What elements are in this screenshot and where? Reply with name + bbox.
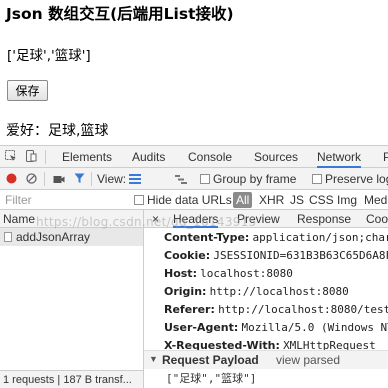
request-name: addJsonArray <box>16 230 91 244</box>
header-row: Content-Type: application/json;char <box>164 231 388 244</box>
tab-elements[interactable]: Elements <box>62 150 112 164</box>
expand-triangle-icon[interactable]: ▼ <box>149 354 158 364</box>
request-list: Name addJsonArray 1 requests | 187 B tra… <box>0 210 144 388</box>
tab-response[interactable]: Response <box>297 212 351 226</box>
device-mode-icon[interactable] <box>25 150 37 162</box>
hide-data-urls-option[interactable]: Hide data URLs <box>134 193 232 207</box>
filter-bar: Filter Hide data URLs All XHR JS CSS Img… <box>0 190 388 210</box>
hobby-text: 爱好：足球,篮球 <box>6 123 109 139</box>
large-rows-icon[interactable] <box>129 174 141 184</box>
tab-console[interactable]: Console <box>188 150 232 164</box>
document-icon <box>4 232 12 242</box>
header-row: Cookie: JSESSIONID=631B3B63C65D6A8F <box>164 249 388 262</box>
preserve-log-checkbox[interactable] <box>312 174 322 184</box>
toolbar-separator <box>91 172 92 186</box>
tab-audits[interactable]: Audits <box>132 150 165 164</box>
header-row: Origin: http://localhost:8080 <box>164 285 349 298</box>
devtools-panel: Elements Audits Console Sources Network … <box>0 145 388 388</box>
watermark: https://blog.csdn.net/qq_16143915 <box>36 215 257 229</box>
filter-type-media[interactable]: Med <box>364 193 387 207</box>
group-by-frame-checkbox[interactable] <box>200 174 210 184</box>
network-toolbar: View: Group by frame Preserve log <box>0 168 388 190</box>
header-row: User-Agent: Mozilla/5.0 (Windows NT <box>164 321 388 334</box>
header-row: Referer: http://localhost:8080/test <box>164 303 388 316</box>
hide-data-urls-checkbox[interactable] <box>134 195 144 205</box>
filter-type-js[interactable]: JS <box>290 193 304 207</box>
view-parsed-link[interactable]: view parsed <box>276 353 340 367</box>
camera-icon[interactable] <box>53 174 65 184</box>
devtools-tab-bar: Elements Audits Console Sources Network … <box>0 145 388 168</box>
filter-type-xhr[interactable]: XHR <box>259 193 284 207</box>
tab-sources[interactable]: Sources <box>254 150 298 164</box>
tab-cookies[interactable]: Coo <box>366 212 388 226</box>
record-icon[interactable] <box>6 173 17 184</box>
group-by-frame-option[interactable]: Group by frame <box>200 172 296 186</box>
filter-type-css[interactable]: CSS <box>309 193 334 207</box>
request-payload-section[interactable]: ▼ Request Payload view parsed <box>144 350 388 369</box>
network-status-bar: 1 requests | 187 B transf... <box>0 370 143 388</box>
overview-icon[interactable] <box>175 174 187 184</box>
preserve-log-option[interactable]: Preserve log <box>312 172 388 186</box>
inspect-icon[interactable] <box>5 150 17 162</box>
payload-value: ["足球","篮球"] <box>166 372 257 385</box>
request-row[interactable]: addJsonArray <box>0 228 143 246</box>
toolbar-separator <box>44 172 45 186</box>
save-button[interactable]: 保存 <box>7 80 48 101</box>
filter-icon[interactable] <box>74 173 85 184</box>
filter-type-all[interactable]: All <box>233 192 253 208</box>
page-title: Json 数组交互(后端用List接收) <box>6 5 234 23</box>
tab-network[interactable]: Network <box>317 150 362 168</box>
filter-type-img[interactable]: Img <box>337 193 357 207</box>
filter-input[interactable]: Filter <box>5 193 32 207</box>
clear-icon[interactable] <box>26 173 37 184</box>
view-label: View: <box>97 172 127 186</box>
header-row: Host: localhost:8080 <box>164 267 293 280</box>
array-text: ['足球','篮球'] <box>7 48 91 64</box>
tab-overflow[interactable]: P <box>383 150 388 164</box>
payload-title: Request Payload <box>162 353 259 367</box>
request-detail: × Headers Preview Response Coo Content-T… <box>144 210 388 388</box>
tab-separator <box>45 150 46 164</box>
